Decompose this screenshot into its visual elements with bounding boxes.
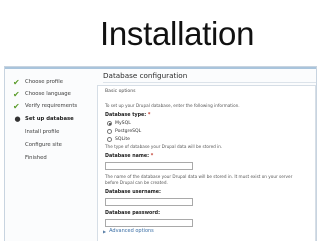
step-label: Verify requirements (25, 103, 78, 109)
main-content: Database configuration Basic options To … (97, 67, 316, 241)
step-install-profile: Install profile (13, 127, 59, 137)
radio-button[interactable] (107, 121, 112, 126)
step-label: Install profile (25, 129, 60, 135)
advanced-options-link[interactable]: Advanced options (109, 228, 154, 234)
installer-panel: ✔ Choose profile ✔ Choose language ✔ Ver… (4, 66, 317, 241)
current-step-bullet-icon: ● (14, 115, 21, 123)
basic-options-fieldset: Basic options To set up your Drupal data… (97, 85, 316, 241)
db-type-option-sqlite[interactable]: SQLite (107, 137, 130, 142)
step-choose-profile: ✔ Choose profile (13, 77, 63, 87)
step-finished: Finished (13, 153, 47, 163)
db-username-input[interactable] (105, 198, 193, 206)
advanced-options-toggle[interactable]: ▶ Advanced options (103, 228, 154, 234)
step-set-up-database: ● Set up database (13, 114, 74, 124)
checkmark-icon: ✔ (13, 77, 20, 87)
db-type-label: Database type: * (105, 113, 151, 118)
db-name-help-line2: before Drupal can be created. (105, 180, 168, 185)
step-label: Choose profile (25, 79, 63, 85)
slide-title: Installation (100, 15, 255, 52)
install-steps-sidebar: ✔ Choose profile ✔ Choose language ✔ Ver… (5, 67, 95, 241)
db-name-help-line1: The name of the database your Drupal dat… (105, 174, 293, 179)
intro-text: To set up your Drupal database, enter th… (105, 103, 240, 108)
db-name-input[interactable] (105, 162, 193, 170)
db-type-option-postgresql[interactable]: PostgreSQL (107, 129, 141, 134)
radio-button[interactable] (107, 129, 112, 134)
fieldset-legend: Basic options (105, 89, 136, 94)
step-label: Choose language (25, 91, 71, 97)
page-heading: Database configuration (103, 71, 188, 80)
radio-button[interactable] (107, 137, 112, 142)
triangle-right-icon: ▶ (103, 228, 107, 234)
db-password-label: Database password: (105, 211, 161, 216)
step-choose-language: ✔ Choose language (13, 89, 71, 99)
checkmark-icon: ✔ (13, 89, 20, 99)
db-type-help: The type of database your Drupal data wi… (105, 144, 223, 149)
step-label: Finished (25, 155, 47, 161)
checkmark-icon: ✔ (13, 101, 20, 111)
step-label: Set up database (25, 116, 74, 122)
db-name-label: Database name: * (105, 154, 154, 159)
step-verify-requirements: ✔ Verify requirements (13, 101, 77, 111)
step-label: Configure site (25, 142, 62, 148)
db-password-input[interactable] (105, 219, 193, 227)
step-configure-site: Configure site (13, 140, 62, 150)
db-type-option-mysql[interactable]: MySQL (107, 121, 131, 126)
db-username-label: Database username: (105, 190, 161, 195)
